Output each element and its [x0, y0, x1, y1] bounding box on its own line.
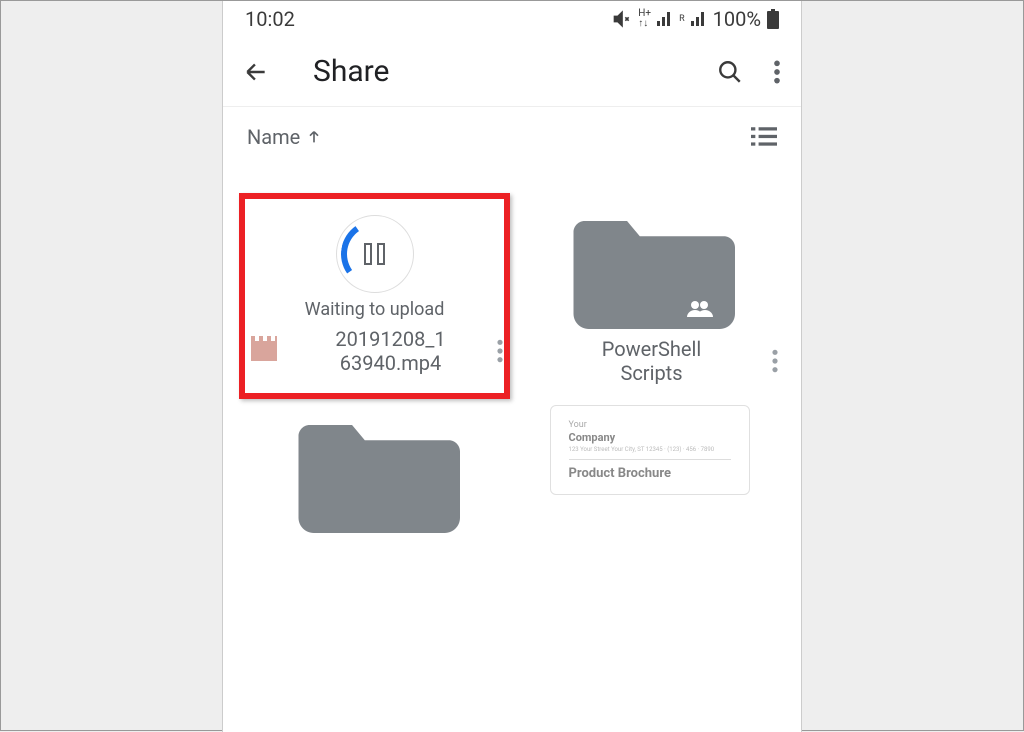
document-item-partial[interactable]: Your Company 123 Your Street Your City, …: [522, 405, 777, 501]
upload-spinner[interactable]: [336, 215, 414, 293]
folder-icon: [290, 411, 460, 541]
view-list-icon[interactable]: [751, 126, 777, 148]
folder-item-powershell[interactable]: PowerShellScripts: [522, 207, 777, 385]
file-item-uploading[interactable]: Waiting to upload 20191208_163940.mp4: [239, 193, 510, 399]
back-button[interactable]: [243, 59, 283, 85]
file-grid: Waiting to upload 20191208_163940.mp4 Po…: [223, 167, 801, 501]
folder-icon: [565, 207, 735, 337]
app-bar: Share: [223, 37, 801, 107]
arrow-back-icon: [243, 59, 269, 85]
network-badge: H+↑↓: [638, 9, 651, 29]
status-right: H+↑↓ R 100%: [612, 7, 779, 31]
upload-thumb: Waiting to upload: [290, 207, 460, 327]
search-icon[interactable]: [717, 59, 743, 85]
more-icon[interactable]: [773, 59, 781, 85]
file-name: 20191208_163940.mp4: [285, 327, 496, 375]
item-more-icon[interactable]: [771, 348, 779, 374]
sort-bar: Name: [223, 107, 801, 167]
arrow-up-icon: [306, 129, 322, 145]
roaming-badge: R: [679, 14, 685, 24]
shared-badge-icon: [687, 299, 713, 317]
doc-line2: Company: [569, 431, 731, 444]
folder-thumb: [290, 411, 460, 501]
item-more-icon[interactable]: [496, 338, 504, 364]
file-label-row: 20191208_163940.mp4: [247, 327, 502, 375]
status-time: 10:02: [245, 7, 295, 31]
sort-button[interactable]: Name: [247, 125, 322, 149]
folder-item-partial[interactable]: [247, 411, 502, 501]
sort-label: Name: [247, 125, 300, 149]
doc-line3: Product Brochure: [569, 466, 731, 481]
upload-status-text: Waiting to upload: [305, 299, 445, 320]
phone-frame: 10:02 H+↑↓ R 100% Share Name: [222, 1, 802, 732]
battery-pct: 100%: [713, 7, 761, 31]
video-file-icon: [251, 341, 277, 361]
battery-icon: [767, 9, 779, 29]
folder-name: PowerShellScripts: [532, 337, 771, 385]
page-title: Share: [313, 54, 717, 89]
mute-icon: [612, 9, 632, 29]
signal-icon-2: [691, 12, 707, 26]
signal-icon-1: [657, 12, 673, 26]
appbar-actions: [717, 59, 781, 85]
doc-line1: Your: [569, 420, 731, 430]
folder-thumb: [565, 207, 735, 337]
document-thumb: Your Company 123 Your Street Your City, …: [550, 405, 750, 495]
status-bar: 10:02 H+↑↓ R 100%: [223, 1, 801, 37]
folder-label-row: PowerShellScripts: [522, 337, 777, 385]
